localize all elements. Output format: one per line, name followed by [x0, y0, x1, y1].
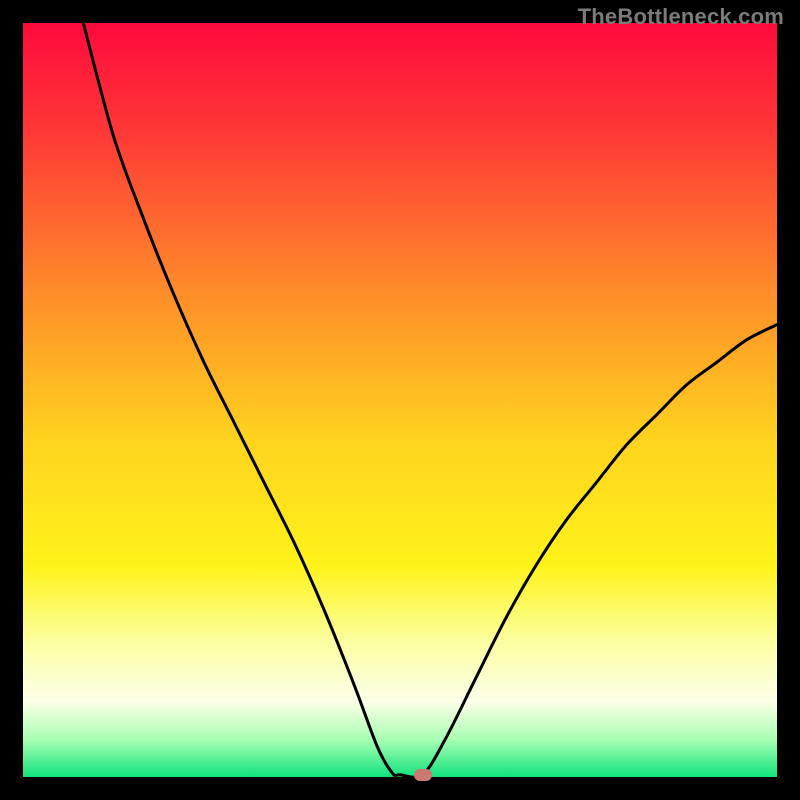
background-gradient — [23, 23, 777, 777]
chart-frame: TheBottleneck.com — [0, 0, 800, 800]
chart-plot — [23, 23, 777, 777]
curve-minimum-marker — [414, 769, 432, 781]
watermark-text: TheBottleneck.com — [578, 4, 784, 30]
